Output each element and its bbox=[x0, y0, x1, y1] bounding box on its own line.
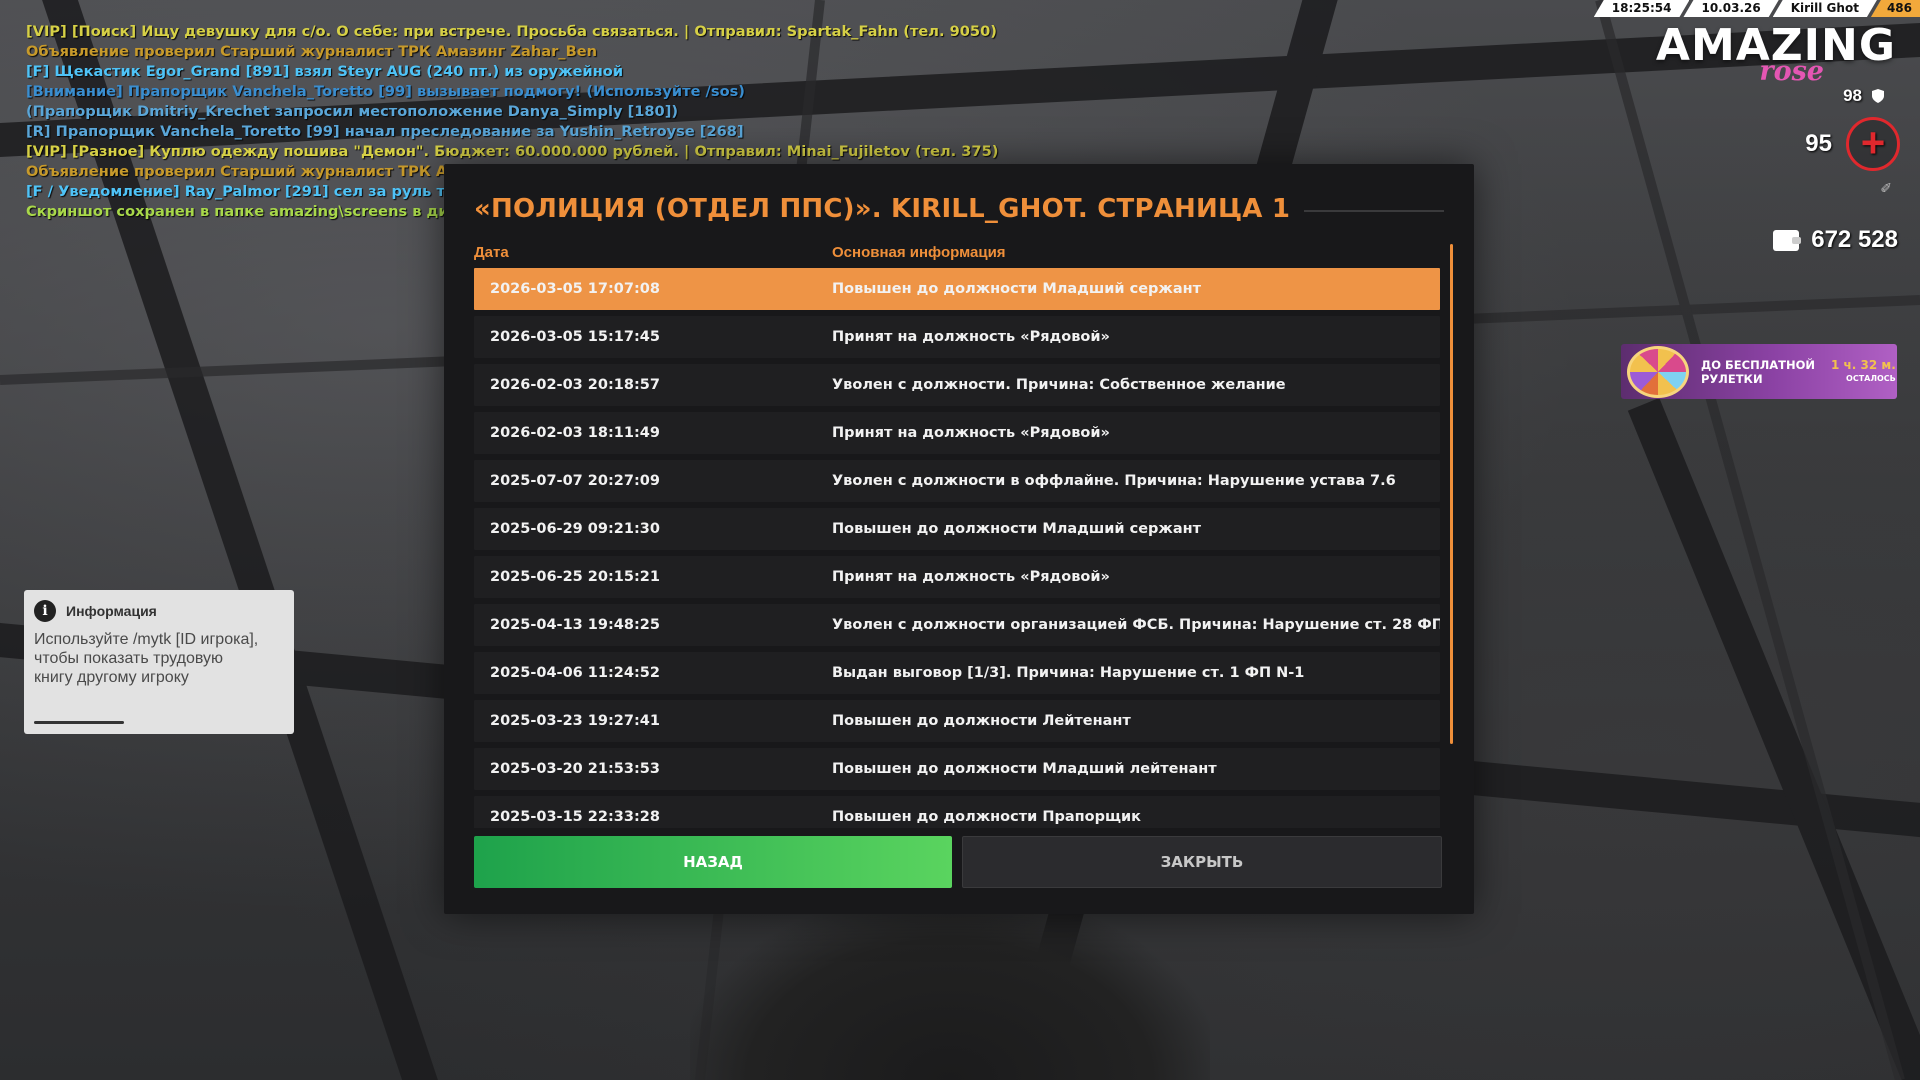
row-info: Уволен с должности в оффлайне. Причина: … bbox=[832, 473, 1396, 489]
column-date: Дата bbox=[474, 244, 509, 261]
roulette-timer: 1 ч. 32 м. ОСТАЛОСЬ bbox=[1831, 358, 1896, 386]
row-info: Повышен до должности Лейтенант bbox=[832, 713, 1131, 729]
table-row[interactable]: 2025-04-13 19:48:25 Уволен с должности ор… bbox=[474, 604, 1440, 646]
armor-indicator: 98 bbox=[1843, 86, 1884, 106]
health-cross-icon: + bbox=[1846, 117, 1900, 171]
table-row[interactable]: 2025-06-25 20:15:21 Принят на должность «… bbox=[474, 556, 1440, 598]
row-date: 2026-03-05 15:17:45 bbox=[490, 329, 660, 345]
money-value: 672 528 bbox=[1811, 226, 1898, 253]
chat-line: Объявление проверил Старший журналист ТР… bbox=[26, 43, 597, 60]
toast-body: Используйте /mytk [ID игрока], чтобы пок… bbox=[34, 631, 259, 686]
player-character bbox=[690, 900, 1210, 1080]
row-info: Принят на должность «Рядовой» bbox=[832, 425, 1110, 441]
row-date: 2025-07-07 20:27:09 bbox=[490, 473, 660, 489]
row-info: Повышен до должности Младший лейтенант bbox=[832, 761, 1217, 777]
toast-title: Информация bbox=[66, 603, 157, 619]
row-date: 2025-03-20 21:53:53 bbox=[490, 761, 660, 777]
row-info: Уволен с должности организацией ФСБ. При… bbox=[832, 617, 1440, 633]
table-row[interactable]: 2026-03-05 15:17:45 Принят на должность «… bbox=[474, 316, 1440, 358]
table-row[interactable]: 2025-04-06 11:24:52 Выдан выговор [1/3]. … bbox=[474, 652, 1440, 694]
status-bar: 18:25:54 10.03.26 Kirill Ghot 486 bbox=[1600, 0, 1920, 17]
dialog-title: «ПОЛИЦИЯ (ОТДЕЛ ППС)». KIRILL_GHOT. СТРА… bbox=[474, 194, 1291, 224]
row-info: Повышен до должности Младший сержант bbox=[832, 521, 1202, 537]
table-header: Дата Основная информация bbox=[474, 244, 1440, 261]
health-indicator: 95 + bbox=[1805, 117, 1900, 171]
title-divider bbox=[1304, 210, 1444, 212]
chat-line: [Внимание] Прапорщик Vanchela_Toretto [9… bbox=[26, 83, 745, 100]
wallet-icon bbox=[1773, 229, 1802, 251]
history-table[interactable]: 2026-03-05 17:07:08 Повышен до должности … bbox=[474, 268, 1440, 828]
row-date: 2026-02-03 18:11:49 bbox=[490, 425, 660, 441]
table-scrollbar[interactable] bbox=[1450, 244, 1453, 744]
chat-line: [R] Прапорщик Vanchela_Toretto [99] нача… bbox=[26, 123, 744, 140]
table-row[interactable]: 2026-02-03 18:11:49 Принят на должность «… bbox=[474, 412, 1440, 454]
back-button[interactable]: НАЗАД bbox=[474, 836, 952, 888]
row-info: Уволен с должности. Причина: Собственное… bbox=[832, 377, 1286, 393]
row-info: Выдан выговор [1/3]. Причина: Нарушение … bbox=[832, 665, 1305, 681]
health-plus: + bbox=[1860, 119, 1886, 166]
row-date: 2026-02-03 20:18:57 bbox=[490, 377, 660, 393]
roulette-time: 1 ч. 32 м. bbox=[1831, 357, 1896, 372]
roulette-label: ДО БЕСПЛАТНОЙ РУЛЕТКИ bbox=[1701, 357, 1816, 386]
health-value: 95 bbox=[1805, 130, 1832, 157]
work-history-dialog: «ПОЛИЦИЯ (ОТДЕЛ ППС)». KIRILL_GHOT. СТРА… bbox=[444, 164, 1474, 914]
table-row[interactable]: 2026-02-03 20:18:57 Уволен с должности. П… bbox=[474, 364, 1440, 406]
row-info: Повышен до должности Прапорщик bbox=[832, 809, 1142, 825]
row-date: 2025-06-25 20:15:21 bbox=[490, 569, 660, 585]
shield-icon bbox=[1872, 89, 1884, 103]
free-roulette-banner[interactable]: ДО БЕСПЛАТНОЙ РУЛЕТКИ 1 ч. 32 м. ОСТАЛОС… bbox=[1621, 344, 1897, 399]
row-date: 2026-03-05 17:07:08 bbox=[490, 281, 660, 297]
armor-value: 98 bbox=[1843, 86, 1862, 105]
chat-line: [VIP] [Разное] Куплю одежду пошива "Демо… bbox=[26, 143, 999, 160]
row-info: Принят на должность «Рядовой» bbox=[832, 569, 1110, 585]
row-date: 2025-06-29 09:21:30 bbox=[490, 521, 660, 537]
dialog-header: «ПОЛИЦИЯ (ОТДЕЛ ППС)». KIRILL_GHOT. СТРА… bbox=[474, 194, 1444, 224]
column-info: Основная информация bbox=[832, 244, 1006, 261]
chat-line: (Прапорщик Dmitriy_Krechet запросил мест… bbox=[26, 103, 679, 120]
toast-header: i Информация bbox=[34, 600, 284, 622]
roulette-wheel-icon bbox=[1627, 346, 1689, 398]
row-date: 2025-04-13 19:48:25 bbox=[490, 617, 660, 633]
money-indicator: 672 528 bbox=[1773, 226, 1898, 254]
table-row[interactable]: 2025-03-15 22:33:28 Повышен до должности … bbox=[474, 796, 1440, 828]
row-date: 2025-03-23 19:27:41 bbox=[490, 713, 660, 729]
table-row[interactable]: 2025-03-20 21:53:53 Повышен до должности … bbox=[474, 748, 1440, 790]
microphone-icon: ✐ bbox=[1880, 180, 1892, 196]
row-info: Принят на должность «Рядовой» bbox=[832, 329, 1110, 345]
row-date: 2025-04-06 11:24:52 bbox=[490, 665, 660, 681]
roulette-remaining: ОСТАЛОСЬ bbox=[1846, 373, 1896, 383]
table-row[interactable]: 2026-03-05 17:07:08 Повышен до должности … bbox=[474, 268, 1440, 310]
clock-date: 10.03.26 bbox=[1683, 0, 1778, 17]
server-logo: AMAZING rose bbox=[1656, 24, 1896, 86]
clock-time: 18:25:54 bbox=[1594, 0, 1690, 17]
table-row[interactable]: 2025-03-23 19:27:41 Повышен до должности … bbox=[474, 700, 1440, 742]
player-id: 486 bbox=[1870, 0, 1920, 17]
chat-line: [F] Щекастик Egor_Grand [891] взял Steyr… bbox=[26, 63, 624, 80]
row-info: Повышен до должности Младший сержант bbox=[832, 281, 1202, 297]
info-toast: i Информация Используйте /mytk [ID игрок… bbox=[24, 590, 294, 734]
chat-line: [VIP] [Поиск] Ищу девушку для с/о. О себ… bbox=[26, 23, 997, 40]
table-row[interactable]: 2025-07-07 20:27:09 Уволен с должности в … bbox=[474, 460, 1440, 502]
row-date: 2025-03-15 22:33:28 bbox=[490, 809, 660, 825]
info-icon: i bbox=[34, 600, 56, 622]
player-name: Kirill Ghot bbox=[1773, 0, 1877, 17]
close-button[interactable]: ЗАКРЫТЬ bbox=[962, 836, 1442, 888]
toast-progress bbox=[34, 721, 124, 724]
table-row[interactable]: 2025-06-29 09:21:30 Повышен до должности … bbox=[474, 508, 1440, 550]
